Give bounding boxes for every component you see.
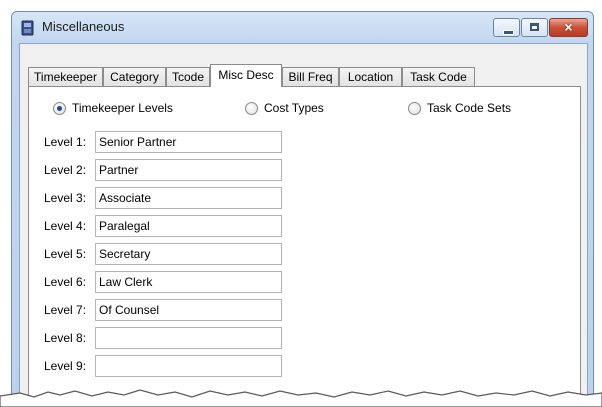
miscellaneous-window: Miscellaneous × Timekeeper Category Tcod… xyxy=(11,11,594,407)
level-7-input[interactable]: Of Counsel xyxy=(95,299,282,321)
tab-label: Location xyxy=(347,70,394,84)
level-1-input[interactable]: Senior Partner xyxy=(95,131,282,153)
level-label: Level 2: xyxy=(44,163,87,177)
tab-label: Misc Desc xyxy=(218,68,274,82)
minimize-icon xyxy=(503,30,514,35)
radio-checked-icon xyxy=(53,101,66,115)
level-row-2: Level 2: Partner xyxy=(44,159,282,181)
level-9-input[interactable] xyxy=(95,355,282,377)
level-row-4: Level 4: Paralegal xyxy=(44,215,282,237)
level-3-input[interactable]: Associate xyxy=(95,187,282,209)
level-row-6: Level 6: Law Clerk xyxy=(44,271,282,293)
radio-label: Cost Types xyxy=(264,101,324,115)
tab-label: Bill Freq xyxy=(288,70,333,84)
tab-label: Timekeeper xyxy=(34,70,97,84)
level-label: Level 7: xyxy=(44,303,87,317)
minimize-button[interactable] xyxy=(493,18,520,37)
radio-task-code-sets[interactable]: Task Code Sets xyxy=(408,101,511,115)
level-row-9: Level 9: xyxy=(44,355,282,377)
app-icon xyxy=(21,20,34,36)
close-button[interactable]: × xyxy=(549,18,588,37)
level-row-5: Level 5: Secretary xyxy=(44,243,282,265)
radio-timekeeper-levels[interactable]: Timekeeper Levels xyxy=(53,101,173,115)
tab-category[interactable]: Category xyxy=(103,67,166,86)
tab-misc-desc[interactable]: Misc Desc xyxy=(210,64,282,87)
level-label: Level 1: xyxy=(44,135,87,149)
radio-cost-types[interactable]: Cost Types xyxy=(245,101,324,115)
level-row-1: Level 1: Senior Partner xyxy=(44,131,282,153)
tab-bill-freq[interactable]: Bill Freq xyxy=(282,67,339,86)
level-label: Level 8: xyxy=(44,331,87,345)
window-title: Miscellaneous xyxy=(42,19,125,34)
tab-label: Task Code xyxy=(410,70,467,84)
tab-location[interactable]: Location xyxy=(339,67,402,86)
level-label: Level 6: xyxy=(44,275,87,289)
client-area: Timekeeper Category Tcode Misc Desc Bill… xyxy=(19,43,588,407)
level-label: Level 5: xyxy=(44,247,87,261)
torn-edge xyxy=(0,389,602,407)
radio-unchecked-icon xyxy=(408,101,421,115)
title-bar[interactable]: Miscellaneous × xyxy=(12,12,593,42)
level-label: Level 9: xyxy=(44,359,87,373)
level-row-7: Level 7: Of Counsel xyxy=(44,299,282,321)
level-label: Level 4: xyxy=(44,219,87,233)
level-4-input[interactable]: Paralegal xyxy=(95,215,282,237)
level-8-input[interactable] xyxy=(95,327,282,349)
level-label: Level 3: xyxy=(44,191,87,205)
close-icon: × xyxy=(564,19,573,35)
tab-label: Category xyxy=(110,70,159,84)
level-row-8: Level 8: xyxy=(44,327,282,349)
radio-label: Timekeeper Levels xyxy=(72,101,173,115)
maximize-button[interactable] xyxy=(521,18,548,37)
tab-tcode[interactable]: Tcode xyxy=(166,67,210,86)
tab-timekeeper[interactable]: Timekeeper xyxy=(28,67,103,86)
level-6-input[interactable]: Law Clerk xyxy=(95,271,282,293)
misc-desc-panel: Timekeeper Levels Cost Types Task Code S… xyxy=(28,86,581,407)
radio-unchecked-icon xyxy=(245,101,258,115)
tab-label: Tcode xyxy=(171,70,205,84)
maximize-icon xyxy=(530,23,539,31)
tab-task-code[interactable]: Task Code xyxy=(402,67,475,86)
radio-label: Task Code Sets xyxy=(427,101,512,115)
level-row-3: Level 3: Associate xyxy=(44,187,282,209)
level-2-input[interactable]: Partner xyxy=(95,159,282,181)
level-5-input[interactable]: Secretary xyxy=(95,243,282,265)
